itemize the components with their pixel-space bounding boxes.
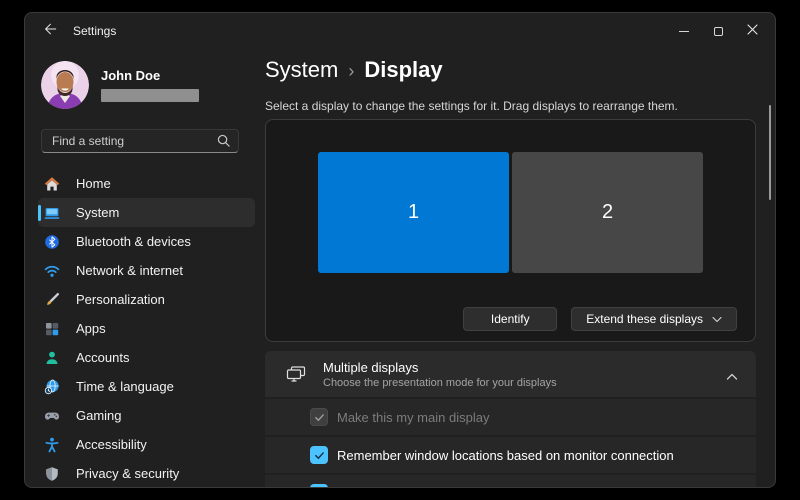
sidebar-item-gaming[interactable]: Gaming: [38, 401, 255, 430]
monitor-2[interactable]: 2: [512, 152, 703, 273]
bluetooth-icon: [44, 234, 60, 250]
sidebar-item-label: Gaming: [76, 408, 122, 423]
sidebar-item-label: Network & internet: [76, 263, 183, 278]
sidebar-item-privacy-security[interactable]: Privacy & security: [38, 459, 255, 488]
sidebar-item-personalization[interactable]: Personalization: [38, 285, 255, 314]
home-icon: [44, 176, 60, 192]
breadcrumb-chevron-icon: ›: [348, 59, 354, 82]
sidebar-item-accessibility[interactable]: Accessibility: [38, 430, 255, 459]
monitor-2-number: 2: [602, 201, 613, 224]
sidebar-item-label: Accounts: [76, 350, 129, 365]
sidebar-item-label: Privacy & security: [76, 466, 179, 481]
main-content: System › Display Select a display to cha…: [261, 49, 775, 488]
maximize-icon: [714, 27, 723, 36]
sidebar-item-bluetooth-devices[interactable]: Bluetooth & devices: [38, 227, 255, 256]
back-arrow-icon: [43, 22, 57, 41]
identify-button[interactable]: Identify: [463, 307, 557, 331]
accessibility-icon: [44, 437, 60, 453]
minimize-button[interactable]: [667, 16, 701, 46]
breadcrumb: System › Display: [265, 57, 756, 83]
option-label: Remember window locations based on monit…: [337, 448, 674, 463]
personalization-icon: [44, 292, 60, 308]
option-make-main-display: Make this my main display: [265, 399, 756, 435]
multiple-displays-icon: [285, 364, 307, 384]
sidebar-item-time-language[interactable]: Time & language: [38, 372, 255, 401]
vertical-scrollbar[interactable]: [769, 105, 771, 200]
sidebar-item-network-internet[interactable]: Network & internet: [38, 256, 255, 285]
close-button[interactable]: [735, 16, 769, 46]
avatar: [41, 61, 89, 109]
sidebar-item-system[interactable]: System: [38, 198, 255, 227]
sidebar: John Doe Home: [25, 49, 261, 488]
option-remember-window-locations[interactable]: Remember window locations based on monit…: [265, 437, 756, 473]
minimize-icon: [679, 31, 689, 32]
settings-window: Settings: [24, 12, 776, 488]
close-icon: [747, 22, 758, 40]
chevron-down-icon: [712, 312, 722, 326]
sidebar-item-label: Home: [76, 176, 111, 191]
sidebar-item-label: Bluetooth & devices: [76, 234, 191, 249]
chevron-up-icon[interactable]: [726, 368, 738, 386]
checkbox-checked[interactable]: [310, 446, 328, 464]
privacy-security-icon: [44, 466, 60, 482]
accounts-icon: [44, 350, 60, 366]
gaming-icon: [44, 408, 60, 424]
back-button[interactable]: [35, 18, 65, 44]
option-label: Minimize windows when a monitor is disco…: [337, 486, 627, 489]
maximize-button[interactable]: [701, 16, 735, 46]
sidebar-nav: Home System Bluetooth & devices: [25, 169, 261, 488]
titlebar: Settings: [25, 13, 775, 49]
page-title: Display: [364, 57, 442, 83]
apps-icon: [44, 321, 60, 337]
sidebar-item-label: Time & language: [76, 379, 174, 394]
display-mode-dropdown[interactable]: Extend these displays: [571, 307, 737, 331]
sidebar-item-label: Personalization: [76, 292, 165, 307]
monitor-1[interactable]: 1: [318, 152, 509, 273]
user-name: John Doe: [101, 68, 199, 83]
page-description: Select a display to change the settings …: [265, 99, 756, 113]
monitor-1-number: 1: [408, 201, 419, 224]
network-icon: [44, 263, 60, 279]
sidebar-item-accounts[interactable]: Accounts: [38, 343, 255, 372]
display-arrangement-panel: 1 2 Identify Extend these displays: [265, 119, 756, 342]
sidebar-item-apps[interactable]: Apps: [38, 314, 255, 343]
checkbox-checked[interactable]: [310, 484, 328, 488]
section-title: Multiple displays: [323, 360, 557, 375]
search-input[interactable]: [41, 129, 239, 153]
sidebar-item-home[interactable]: Home: [38, 169, 255, 198]
search-icon: [216, 133, 231, 153]
display-mode-label: Extend these displays: [586, 312, 703, 326]
user-profile[interactable]: John Doe: [41, 61, 251, 109]
sidebar-item-label: Apps: [76, 321, 106, 336]
sidebar-item-label: System: [76, 205, 119, 220]
user-email-redacted: [101, 89, 199, 102]
section-subtitle: Choose the presentation mode for your di…: [323, 377, 557, 389]
breadcrumb-system[interactable]: System: [265, 57, 338, 83]
system-icon: [44, 205, 60, 221]
time-language-icon: [44, 379, 60, 395]
checkbox-checked-disabled: [310, 408, 328, 426]
sidebar-item-label: Accessibility: [76, 437, 147, 452]
option-label: Make this my main display: [337, 410, 489, 425]
option-minimize-windows-disconnected[interactable]: Minimize windows when a monitor is disco…: [265, 475, 756, 488]
app-title: Settings: [73, 24, 116, 38]
selected-indicator: [38, 205, 41, 221]
multiple-displays-card[interactable]: Multiple displays Choose the presentatio…: [265, 351, 756, 397]
